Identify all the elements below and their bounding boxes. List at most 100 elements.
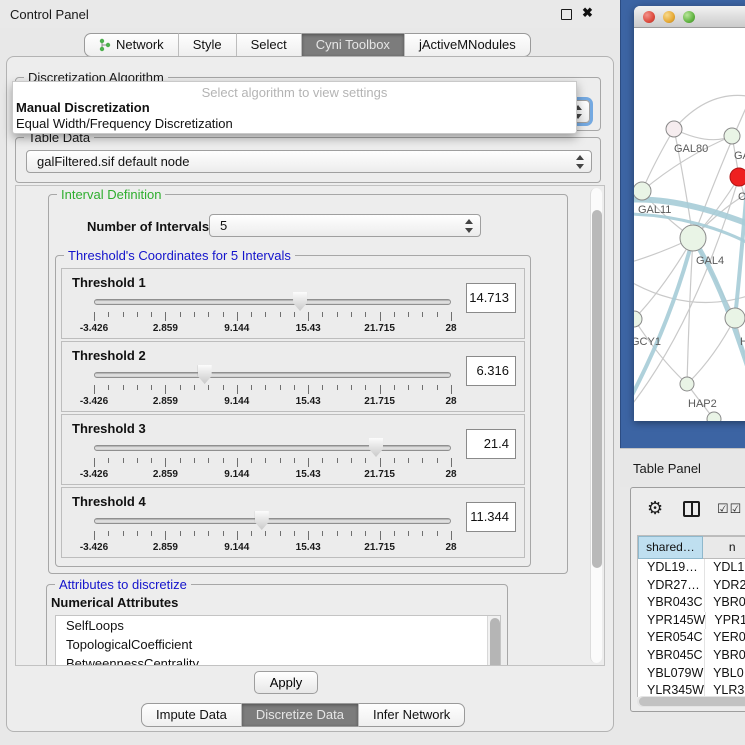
close-icon[interactable]: ✖ <box>582 5 593 21</box>
network-edge[interactable] <box>642 129 674 191</box>
numerical-attributes-list[interactable]: SelfLoopsTopologicalCoefficientBetweenne… <box>55 615 501 666</box>
tab-style[interactable]: Style <box>179 33 237 57</box>
slider-tick-labels: -3.4262.8599.14415.4321.71528 <box>94 469 451 481</box>
threshold-slider[interactable]: -3.4262.8599.14415.4321.71528 <box>94 368 451 410</box>
dropdown-placeholder: Select algorithm to view settings <box>13 85 576 100</box>
cell-name[interactable]: YLR3 <box>704 682 745 697</box>
control-panel-titlebar: Control Panel ✖ <box>0 0 620 28</box>
tab-jactivemnodules[interactable]: jActiveMNodules <box>405 33 531 57</box>
network-node[interactable] <box>724 128 740 144</box>
cell-name[interactable]: YER0 <box>704 629 745 647</box>
tab-label: Network <box>116 34 164 56</box>
threshold-label: Threshold 1 <box>72 275 146 290</box>
network-node[interactable] <box>666 121 682 137</box>
dropdown-option[interactable]: Equal Width/Frequency Discretization <box>13 116 576 132</box>
tab-select[interactable]: Select <box>237 33 302 57</box>
number-of-intervals-combobox[interactable]: 5 <box>209 214 481 237</box>
attribute-item[interactable]: TopologicalCoefficient <box>56 635 500 654</box>
network-edge[interactable] <box>674 95 745 129</box>
slider-tick-labels: -3.4262.8599.14415.4321.71528 <box>94 323 451 335</box>
cell-name[interactable]: YBL0 <box>704 665 745 683</box>
apply-button[interactable]: Apply <box>254 671 318 694</box>
threshold-value-field[interactable]: 6.316 <box>466 356 516 386</box>
network-node[interactable] <box>707 412 721 421</box>
network-edge[interactable] <box>674 129 732 140</box>
select-checkboxes-icon[interactable]: ☑☑ <box>717 501 742 517</box>
cell-name[interactable]: YPR1 <box>705 612 745 630</box>
network-canvas[interactable]: GAL80GACGAL11GAL4GCY1HHAP2 <box>634 28 745 421</box>
attribute-item[interactable]: SelfLoops <box>56 616 500 635</box>
table-row[interactable]: YDL19…YDL1 <box>638 559 745 577</box>
slider-track[interactable] <box>94 518 451 524</box>
panel-scrollbar[interactable] <box>590 188 602 663</box>
cell-shared-name[interactable]: YPR145W <box>638 612 705 630</box>
threshold-value-field[interactable]: 21.4 <box>466 429 516 459</box>
cell-shared-name[interactable]: YBR045C <box>638 647 704 665</box>
tab-network[interactable]: Network <box>84 33 179 57</box>
combo-arrows-icon[interactable] <box>576 154 585 170</box>
scrollbar-thumb[interactable] <box>639 697 745 706</box>
cell-shared-name[interactable]: YER054C <box>638 629 704 647</box>
tab-discretize-data[interactable]: Discretize Data <box>242 703 359 727</box>
network-edge[interactable] <box>687 318 735 384</box>
minimize-traffic-light-icon[interactable] <box>663 11 675 23</box>
network-node[interactable] <box>680 377 694 391</box>
threshold-value-field[interactable]: 14.713 <box>466 283 516 313</box>
column-header-shared-name[interactable]: shared… <box>638 536 703 559</box>
tab-infer-network[interactable]: Infer Network <box>359 703 465 727</box>
slider-track[interactable] <box>94 299 451 305</box>
thresholds-group: Threshold's Coordinates for 5 Intervals … <box>55 255 531 567</box>
network-node[interactable] <box>730 168 745 186</box>
network-node[interactable] <box>634 311 642 327</box>
tab-cyni-toolbox[interactable]: Cyni Toolbox <box>302 33 405 57</box>
cell-shared-name[interactable]: YDL19… <box>638 559 704 577</box>
table-header: shared… n <box>638 536 745 559</box>
cell-shared-name[interactable]: YBL079W <box>638 665 704 683</box>
zoom-traffic-light-icon[interactable] <box>683 11 695 23</box>
tab-label: jActiveMNodules <box>419 34 516 56</box>
slider-thumb[interactable] <box>293 292 307 311</box>
float-window-icon[interactable] <box>561 9 572 20</box>
attribute-item[interactable]: BetweennessCentrality <box>56 654 500 666</box>
cell-shared-name[interactable]: YLR345W <box>638 682 704 697</box>
slider-thumb[interactable] <box>198 365 212 384</box>
gear-icon[interactable]: ⚙ <box>647 498 663 519</box>
tab-impute-data[interactable]: Impute Data <box>141 703 242 727</box>
threshold-label: Threshold 4 <box>72 494 146 509</box>
slider-thumb[interactable] <box>369 438 383 457</box>
dropdown-option[interactable]: Manual Discretization <box>13 100 576 116</box>
scrollbar-thumb[interactable] <box>592 210 602 568</box>
cell-name[interactable]: YBR0 <box>704 594 745 612</box>
threshold-value-field[interactable]: 11.344 <box>466 502 516 532</box>
close-traffic-light-icon[interactable] <box>643 11 655 23</box>
columns-icon[interactable] <box>683 501 700 517</box>
network-node[interactable] <box>680 225 706 251</box>
network-node[interactable] <box>634 182 651 200</box>
slider-track[interactable] <box>94 445 451 451</box>
list-scrollbar[interactable] <box>487 616 500 666</box>
table-hscrollbar[interactable] <box>637 696 745 707</box>
slider-thumb[interactable] <box>255 511 269 530</box>
cell-name[interactable]: YBR0 <box>704 647 745 665</box>
combo-arrows-icon[interactable] <box>465 218 474 234</box>
table-row[interactable]: YER054CYER0 <box>638 629 745 647</box>
table-row[interactable]: YBR045CYBR0 <box>638 647 745 665</box>
cell-shared-name[interactable]: YBR043C <box>638 594 704 612</box>
column-header-name[interactable]: n <box>703 536 745 559</box>
threshold-slider[interactable]: -3.4262.8599.14415.4321.71528 <box>94 295 451 337</box>
table-row[interactable]: YLR345WYLR3 <box>638 682 745 697</box>
cell-name[interactable]: YDR2 <box>704 577 745 595</box>
cell-name[interactable]: YDL1 <box>704 559 745 577</box>
slider-track[interactable] <box>94 372 451 378</box>
table-row[interactable]: YBL079WYBL0 <box>638 665 745 683</box>
table-row[interactable]: YPR145WYPR1 <box>638 612 745 630</box>
threshold-slider[interactable]: -3.4262.8599.14415.4321.71528 <box>94 441 451 483</box>
cell-shared-name[interactable]: YDR27… <box>638 577 704 595</box>
network-window-titlebar <box>634 6 745 28</box>
network-node[interactable] <box>725 308 745 328</box>
network-window[interactable]: GAL80GACGAL11GAL4GCY1HHAP2 <box>634 6 745 421</box>
table-row[interactable]: YBR043CYBR0 <box>638 594 745 612</box>
table-data-combobox[interactable]: galFiltered.sif default node <box>26 150 592 173</box>
table-row[interactable]: YDR27…YDR2 <box>638 577 745 595</box>
threshold-slider[interactable]: -3.4262.8599.14415.4321.71528 <box>94 514 451 556</box>
